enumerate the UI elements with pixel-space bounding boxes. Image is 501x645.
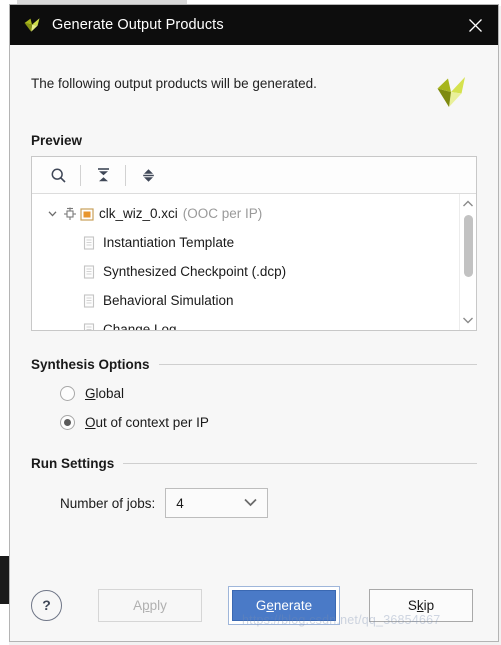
background-left-dark-block [0, 556, 9, 604]
tree-item-label: Synthesized Checkpoint (.dcp) [103, 264, 287, 279]
tree-row[interactable]: clk_wiz_0.xci (OOC per IP) [32, 199, 459, 228]
generate-pre: G [255, 597, 267, 613]
preview-tree: clk_wiz_0.xci (OOC per IP) Instantiation… [32, 194, 459, 330]
radio-ooc-label: Out of context per IP [85, 415, 209, 430]
skip-pre: S [407, 597, 417, 613]
skip-button[interactable]: Sk ip [369, 588, 473, 622]
label-rest: lobal [95, 386, 125, 401]
search-icon[interactable] [42, 160, 74, 190]
radio-indicator[interactable] [60, 386, 75, 401]
scrollbar-thumb[interactable] [463, 215, 473, 277]
intro-text: The following output products will be ge… [31, 76, 317, 91]
toolbar-separator [125, 164, 126, 186]
run-settings-header: Run Settings [31, 456, 477, 471]
dialog-footer: ? Ap ply Ge nerate Sk ip https://blog.csdn.… [10, 569, 498, 641]
dialog-titlebar: Generate Output Products [10, 5, 498, 45]
generate-button-focus-ring: Ge nerate [228, 585, 340, 625]
document-icon [82, 293, 97, 309]
radio-global-label: Global [85, 386, 124, 401]
radio-global[interactable]: Global [31, 386, 477, 401]
number-of-jobs-row: Number of jobs: 4 [31, 488, 477, 518]
ip-core-icon [62, 206, 78, 222]
tree-root-suffix: (OOC per IP) [182, 206, 263, 221]
tree-root-label: clk_wiz_0.xci [99, 206, 178, 221]
intro-row: The following output products will be ge… [31, 45, 477, 113]
label-rest: ut of context per IP [95, 415, 209, 430]
generate-post: nerate [273, 597, 313, 613]
tree-row[interactable]: Instantiation Template [32, 228, 459, 257]
mnemonic-letter: p [142, 597, 150, 613]
chevron-up-icon[interactable] [461, 197, 476, 211]
mnemonic-letter: e [266, 597, 274, 613]
apply-post: ply [149, 597, 167, 613]
tree-row[interactable]: Synthesized Checkpoint (.dcp) [32, 257, 459, 286]
document-icon [82, 264, 97, 280]
preview-toolbar [32, 157, 476, 194]
dialog-body: The following output products will be ge… [10, 45, 498, 569]
preview-tree-area: clk_wiz_0.xci (OOC per IP) Instantiation… [32, 194, 476, 330]
help-button[interactable]: ? [31, 589, 62, 621]
run-settings-title: Run Settings [31, 456, 115, 471]
tree-item-label: Instantiation Template [103, 235, 235, 250]
chevron-down-icon[interactable] [44, 206, 60, 222]
generate-output-products-dialog: Generate Output Products The following o… [9, 4, 499, 642]
preview-scrollbar[interactable] [459, 194, 476, 330]
document-icon [82, 235, 97, 251]
preview-section-header: Preview [31, 133, 477, 148]
vivado-logo-icon [21, 14, 43, 36]
mnemonic-letter: k [416, 597, 424, 613]
number-of-jobs-select[interactable]: 4 [165, 488, 269, 518]
expand-all-icon[interactable] [132, 160, 164, 190]
radio-indicator[interactable] [60, 415, 75, 430]
dialog-title: Generate Output Products [52, 17, 224, 33]
apply-pre: A [133, 597, 143, 613]
section-divider [158, 364, 477, 365]
toolbar-separator [80, 164, 81, 186]
tree-item-label: Behavioral Simulation [103, 293, 234, 308]
preview-panel: clk_wiz_0.xci (OOC per IP) Instantiation… [31, 156, 477, 331]
tree-row[interactable]: Change Log [32, 315, 459, 330]
xilinx-logo-icon [430, 71, 472, 113]
number-of-jobs-label: Number of jobs: [60, 495, 156, 511]
skip-post: ip [423, 597, 435, 613]
radio-out-of-context-per-ip[interactable]: Out of context per IP [31, 415, 477, 430]
section-divider [123, 463, 477, 464]
synthesis-options-title: Synthesis Options [31, 357, 150, 372]
chevron-down-icon[interactable] [461, 313, 476, 327]
document-icon [82, 322, 97, 330]
close-icon[interactable] [452, 5, 498, 45]
chevron-down-icon[interactable] [243, 494, 258, 512]
number-of-jobs-value: 4 [176, 495, 184, 511]
mnemonic-letter: G [85, 386, 96, 401]
mnemonic-letter: O [85, 415, 96, 430]
apply-button[interactable]: Ap ply [98, 588, 202, 622]
collapse-all-icon[interactable] [87, 160, 119, 190]
tree-row[interactable]: Behavioral Simulation [32, 286, 459, 315]
preview-section-title: Preview [31, 133, 83, 148]
orange-square-icon [79, 206, 95, 222]
tree-item-label: Change Log [103, 322, 177, 330]
background-left-strip [0, 0, 9, 645]
generate-button[interactable]: Ge nerate [232, 589, 336, 621]
synthesis-options-header: Synthesis Options [31, 357, 477, 372]
